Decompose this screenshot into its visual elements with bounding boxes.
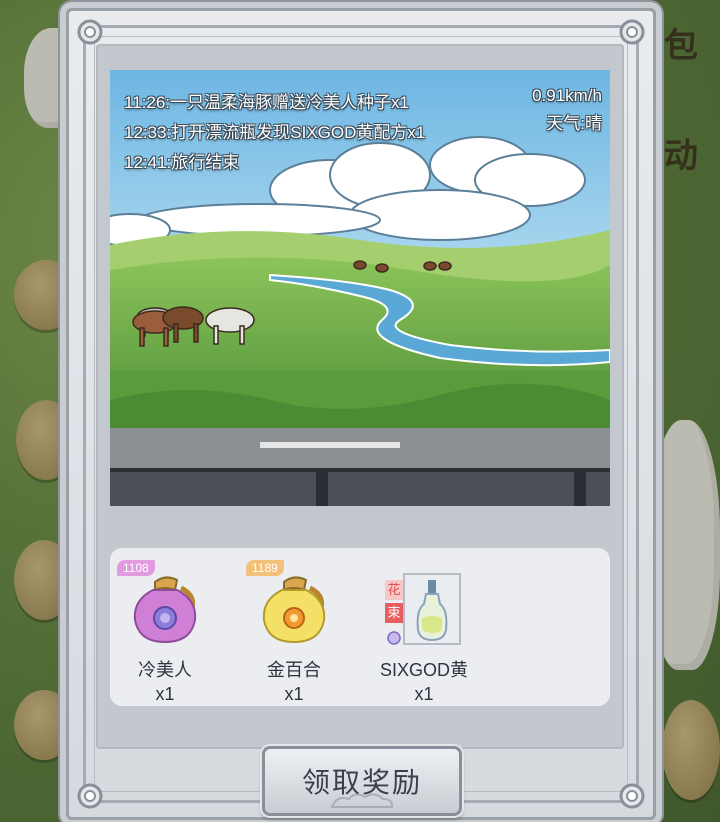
travel-log: 11:26:一只温柔海豚赠送冷美人种子x1 12:33:打开漂流瓶发现SIXGO… xyxy=(124,88,425,178)
rewards-panel: 1108 冷美人 x1 1189 金百合 x1 花 束 SIXGOD黄 x1 xyxy=(110,548,610,706)
frame-corner-ornament xyxy=(73,779,107,813)
log-entry: 11:26:一只温柔海豚赠送冷美人种子x1 xyxy=(124,93,409,112)
speed-readout: 0.91km/h xyxy=(532,86,602,105)
reward-count: x1 xyxy=(414,684,434,704)
reward-count: x1 xyxy=(284,684,304,704)
claim-reward-button[interactable]: 领取奖励 xyxy=(262,746,462,816)
frame-corner-ornament xyxy=(615,779,649,813)
item-id-badge: 1189 xyxy=(246,560,284,576)
travel-scene-image: 11:26:一只温柔海豚赠送冷美人种子x1 12:33:打开漂流瓶发现SIXGO… xyxy=(110,70,610,506)
item-id-badge: 1108 xyxy=(117,560,155,576)
log-entry: 12:41:旅行结束 xyxy=(124,153,240,172)
vehicle-window-frame xyxy=(110,468,610,506)
weather-readout: 天气:晴 xyxy=(546,114,602,133)
bouquet-tag: 束 xyxy=(385,603,403,623)
travel-stats: 0.91km/h 天气:晴 xyxy=(532,82,602,138)
reward-name: SIXGOD黄 xyxy=(379,660,468,680)
reward-item[interactable]: 1108 冷美人 x1 xyxy=(110,560,220,705)
reward-item[interactable]: 花 束 SIXGOD黄 x1 xyxy=(369,560,479,705)
reward-count: x1 xyxy=(155,684,175,704)
reward-name: 冷美人 xyxy=(138,660,192,680)
reward-item[interactable]: 1189 金百合 x1 xyxy=(239,560,349,705)
cloud-ornament-icon xyxy=(330,793,394,808)
flower-tag: 花 xyxy=(385,580,403,600)
log-entry: 12:33:打开漂流瓶发现SIXGOD黄配方x1 xyxy=(124,123,426,142)
reward-name: 金百合 xyxy=(267,660,321,680)
